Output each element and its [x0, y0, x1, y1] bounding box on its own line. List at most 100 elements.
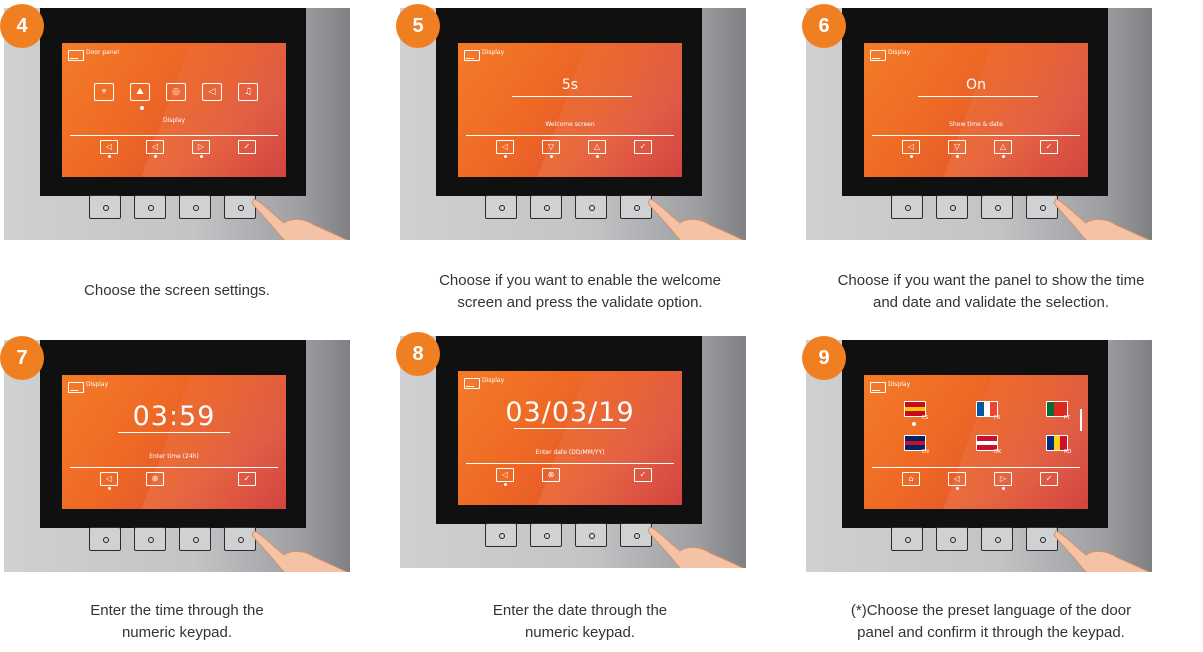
left-arrow-icon[interactable]: ◁ [948, 472, 966, 490]
door-monitor-device: Display ES FR PT EN DK RO ⌂ ◁ ▷ ✓ [806, 340, 1152, 572]
hardware-button-1[interactable] [891, 195, 923, 219]
hardware-button-2[interactable] [134, 527, 166, 551]
hardware-button-2[interactable] [530, 523, 562, 547]
step-number-badge: 5 [396, 4, 440, 48]
up-arrow-icon[interactable]: △ [588, 140, 606, 158]
language-scrollbar[interactable] [1080, 409, 1082, 431]
hardware-buttons [485, 523, 652, 547]
hardware-button-1[interactable] [485, 195, 517, 219]
hardware-button-1[interactable] [89, 527, 121, 551]
hardware-button-2[interactable] [936, 195, 968, 219]
home-icon[interactable]: ⌂ [902, 472, 920, 486]
hardware-buttons [891, 195, 1058, 219]
monitor-screen: Display 03/03/19 Enter date (DD/MM/YY) ◁… [458, 371, 682, 505]
hardware-button-1[interactable] [891, 527, 923, 551]
speaker-volume-icon[interactable]: ◁ [202, 83, 222, 101]
setting-caption: Show time & date [949, 121, 1003, 128]
step-7-description: Enter the time through the numeric keypa… [90, 602, 264, 641]
bell-icon[interactable]: ♫ [238, 83, 258, 101]
screen-header-icon [68, 382, 84, 393]
screen-title: Display [888, 381, 911, 388]
hardware-button-3[interactable] [575, 195, 607, 219]
back-icon[interactable]: ◁ [496, 140, 514, 158]
screen-title: Display [888, 49, 911, 56]
hardware-buttons [89, 195, 256, 219]
setting-caption: Enter time (24h) [149, 453, 199, 460]
value-underline [918, 96, 1038, 97]
step-6-description: Choose if you want the panel to show the… [837, 272, 1145, 311]
confirm-check-icon[interactable]: ✓ [1040, 140, 1058, 154]
selected-indicator [140, 106, 144, 110]
back-icon[interactable]: ◁ [100, 472, 118, 490]
monitor-screen: Display 5s Welcome screen ◁ ▽ △ ✓ [458, 43, 682, 177]
monitor-screen: Door panel ⌖ ⛰ ◎ ◁ ♫ Display ◁ ◁ ▷ ✓ [62, 43, 286, 177]
display-image-icon[interactable]: ⛰ [130, 83, 150, 101]
language-code-dk: DK [994, 449, 1002, 455]
right-arrow-icon[interactable]: ▷ [994, 472, 1012, 490]
step-number-badge: 6 [802, 4, 846, 48]
language-code-es: ES [922, 415, 929, 421]
back-icon[interactable]: ◁ [902, 140, 920, 158]
hardware-button-3[interactable] [179, 527, 211, 551]
confirm-check-icon[interactable]: ✓ [238, 140, 256, 154]
back-icon[interactable]: ◁ [496, 468, 514, 486]
pointing-hand-icon [647, 526, 745, 568]
screen-title: Door panel [86, 49, 119, 56]
hardware-button-3[interactable] [575, 523, 607, 547]
selected-menu-label: Display [162, 117, 186, 124]
hardware-button-2[interactable] [936, 527, 968, 551]
hardware-buttons [891, 527, 1058, 551]
pointing-hand-icon [647, 198, 745, 240]
value-underline [512, 96, 632, 97]
step-8-description: Enter the date through the numeric keypa… [492, 602, 668, 641]
step-5-description: Choose if you want to enable the welcome… [439, 272, 721, 311]
screen-header-icon [68, 50, 84, 61]
step-number-badge: 9 [802, 336, 846, 380]
screen-title: Display [86, 381, 109, 388]
pointing-hand-icon [1053, 198, 1151, 240]
hardware-button-3[interactable] [981, 527, 1013, 551]
step-9-description: (*)Choose the preset language of the doo… [850, 602, 1132, 641]
delete-icon[interactable]: ⊗ [542, 468, 560, 482]
language-code-en: EN [922, 449, 929, 455]
step-4-description: Choose the screen settings. [84, 282, 270, 299]
door-monitor-device: Door panel ⌖ ⛰ ◎ ◁ ♫ Display ◁ ◁ ▷ ✓ [4, 8, 350, 240]
language-code-ro: RO [1064, 449, 1072, 455]
confirm-check-icon[interactable]: ✓ [238, 472, 256, 486]
value-underline [514, 428, 626, 429]
setting-caption: Enter date (DD/MM/YY) [535, 449, 605, 456]
confirm-check-icon[interactable]: ✓ [634, 468, 652, 482]
screen-divider [872, 467, 1080, 468]
up-arrow-icon[interactable]: △ [994, 140, 1012, 158]
screen-header-icon [464, 50, 480, 61]
back-icon[interactable]: ◁ [100, 140, 118, 158]
door-monitor-device: Display 5s Welcome screen ◁ ▽ △ ✓ [400, 8, 746, 240]
down-arrow-icon[interactable]: ▽ [948, 140, 966, 158]
door-monitor-device: Display 03/03/19 Enter date (DD/MM/YY) ◁… [400, 336, 746, 568]
location-pin-icon[interactable]: ⌖ [94, 83, 114, 101]
monitor-screen: Display ES FR PT EN DK RO ⌂ ◁ ▷ ✓ [864, 375, 1088, 509]
pointing-hand-icon [1053, 530, 1151, 572]
camera-icon[interactable]: ◎ [166, 83, 186, 101]
hardware-button-2[interactable] [530, 195, 562, 219]
delete-icon[interactable]: ⊗ [146, 472, 164, 486]
time-value: 03:59 [132, 401, 216, 432]
value-underline [118, 432, 230, 433]
confirm-check-icon[interactable]: ✓ [634, 140, 652, 154]
hardware-buttons [89, 527, 256, 551]
hardware-button-2[interactable] [134, 195, 166, 219]
down-arrow-icon[interactable]: ▽ [542, 140, 560, 158]
language-code-pt: PT [1064, 415, 1071, 421]
screen-header-icon [464, 378, 480, 389]
hardware-button-3[interactable] [179, 195, 211, 219]
right-arrow-icon[interactable]: ▷ [192, 140, 210, 158]
hardware-button-1[interactable] [485, 523, 517, 547]
pointing-hand-icon [251, 530, 349, 572]
monitor-screen: Display 03:59 Enter time (24h) ◁ ⊗ ✓ [62, 375, 286, 509]
left-arrow-icon[interactable]: ◁ [146, 140, 164, 158]
hardware-button-3[interactable] [981, 195, 1013, 219]
screen-header-icon [870, 50, 886, 61]
confirm-check-icon[interactable]: ✓ [1040, 472, 1058, 486]
hardware-button-1[interactable] [89, 195, 121, 219]
setting-value: On [966, 77, 986, 93]
